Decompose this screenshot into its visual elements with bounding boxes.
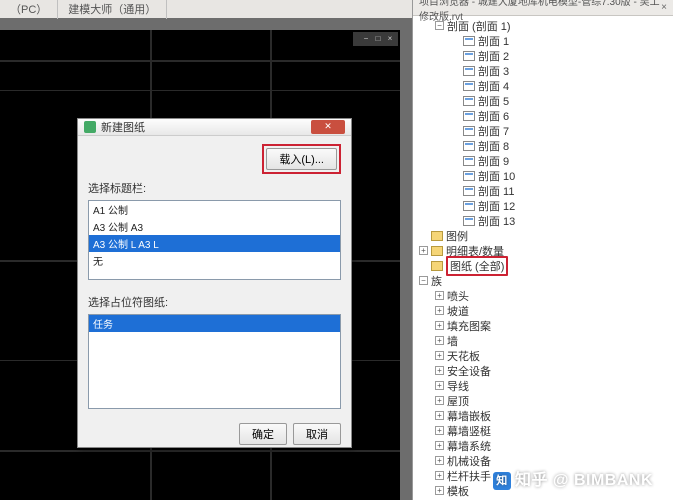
collapse-icon[interactable]: − — [435, 21, 444, 30]
list-item[interactable]: A1 公制 — [89, 201, 340, 218]
tree-node-family[interactable]: +安全设备 — [419, 363, 673, 378]
sheet-icon — [463, 156, 475, 166]
expand-icon[interactable]: + — [435, 426, 444, 435]
sheet-icon — [463, 126, 475, 136]
tree-node-family[interactable]: +墙 — [419, 333, 673, 348]
expand-icon[interactable]: + — [435, 321, 444, 330]
tree-node-section[interactable]: 剖面 6 — [419, 108, 673, 123]
tree-node-section[interactable]: 剖面 2 — [419, 48, 673, 63]
tree-node-section[interactable]: 剖面 3 — [419, 63, 673, 78]
dialog-title-text: 新建图纸 — [101, 119, 145, 135]
cancel-button[interactable]: 取消 — [293, 423, 341, 445]
tree-node-family[interactable]: +喷头 — [419, 288, 673, 303]
tree-node-section[interactable]: 剖面 1 — [419, 33, 673, 48]
titleblock-label: 选择标题栏: — [88, 180, 341, 196]
project-browser-panel: 项目浏览器 - 城建大厦地库机电模型-管综7.30版 - 吴工修改版.rvt ×… — [412, 0, 673, 500]
tree-node-family[interactable]: +屋顶 — [419, 393, 673, 408]
tree-node-section[interactable]: 剖面 9 — [419, 153, 673, 168]
sheet-icon — [463, 141, 475, 151]
folder-icon — [431, 231, 443, 241]
tree-node-section[interactable]: 剖面 5 — [419, 93, 673, 108]
view-window-controls: − □ × — [353, 32, 398, 46]
load-button[interactable]: 载入(L)... — [266, 148, 337, 170]
list-item-selected[interactable]: 任务 — [89, 315, 340, 332]
tree-node-section[interactable]: 剖面 4 — [419, 78, 673, 93]
sheet-icon — [463, 186, 475, 196]
zhihu-icon: 知 — [493, 472, 511, 490]
list-item-selected[interactable]: A3 公制 L A3 L — [89, 235, 340, 252]
tree-node-sheets[interactable]: 图纸 (全部) — [419, 258, 673, 273]
list-item[interactable]: A3 公制 A3 — [89, 218, 340, 235]
ribbon-tab-master[interactable]: 建模大师（通用） — [58, 0, 167, 19]
sheets-highlight: 图纸 (全部) — [446, 256, 508, 276]
tree-node-section[interactable]: 剖面 7 — [419, 123, 673, 138]
tree-node-section[interactable]: 剖面 12 — [419, 198, 673, 213]
expand-icon[interactable]: + — [435, 396, 444, 405]
expand-icon[interactable]: + — [435, 411, 444, 420]
panel-titlebar[interactable]: 项目浏览器 - 城建大厦地库机电模型-管综7.30版 - 吴工修改版.rvt × — [413, 0, 673, 16]
view-close-icon[interactable]: × — [385, 35, 395, 43]
expand-icon[interactable]: + — [435, 291, 444, 300]
folder-icon — [431, 261, 443, 271]
ribbon-tab-pc[interactable]: （PC） — [0, 0, 58, 19]
placeholder-label: 选择占位符图纸: — [88, 294, 341, 310]
sheet-icon — [463, 111, 475, 121]
dialog-app-icon — [84, 121, 96, 133]
list-item[interactable]: 无 — [89, 252, 340, 269]
tree-node-section[interactable]: 剖面 8 — [419, 138, 673, 153]
titleblock-listbox[interactable]: A1 公制 A3 公制 A3 A3 公制 L A3 L 无 — [88, 200, 341, 280]
watermark: 知知乎 @ BIMBANK — [493, 466, 653, 490]
tree-node-legend[interactable]: 图例 — [419, 228, 673, 243]
sheet-icon — [463, 96, 475, 106]
tree-node-family[interactable]: +坡道 — [419, 303, 673, 318]
tree-node-family[interactable]: +幕墙嵌板 — [419, 408, 673, 423]
tree-node-family[interactable]: +导线 — [419, 378, 673, 393]
project-tree[interactable]: −剖面 (剖面 1) 剖面 1剖面 2剖面 3剖面 4剖面 5剖面 6剖面 7剖… — [413, 16, 673, 500]
placeholder-listbox[interactable]: 任务 — [88, 314, 341, 409]
expand-icon[interactable]: + — [435, 366, 444, 375]
load-button-highlight: 载入(L)... — [262, 144, 341, 174]
expand-icon[interactable]: + — [435, 306, 444, 315]
sheet-icon — [463, 216, 475, 226]
expand-icon[interactable]: + — [435, 351, 444, 360]
sheet-icon — [463, 201, 475, 211]
view-minimize-icon[interactable]: − — [361, 35, 371, 43]
new-sheet-dialog: 新建图纸 ✕ 载入(L)... 选择标题栏: A1 公制 A3 公制 A3 A3… — [77, 118, 352, 448]
ok-button[interactable]: 确定 — [239, 423, 287, 445]
sheet-icon — [463, 66, 475, 76]
expand-icon[interactable]: + — [435, 486, 444, 495]
tree-node-family[interactable]: +填充图案 — [419, 318, 673, 333]
tree-node-family[interactable]: +天花板 — [419, 348, 673, 363]
expand-icon[interactable]: + — [435, 441, 444, 450]
sheet-icon — [463, 81, 475, 91]
view-maximize-icon[interactable]: □ — [373, 35, 383, 43]
folder-icon — [431, 246, 443, 256]
tree-node-family[interactable]: +幕墙竖梃 — [419, 423, 673, 438]
tree-node-section-parent[interactable]: −剖面 (剖面 1) — [419, 18, 673, 33]
tree-node-family[interactable]: +幕墙系统 — [419, 438, 673, 453]
sheet-icon — [463, 51, 475, 61]
panel-close-icon[interactable]: × — [661, 2, 667, 13]
expand-icon[interactable]: + — [419, 246, 428, 255]
expand-icon[interactable]: + — [435, 381, 444, 390]
sheet-icon — [463, 36, 475, 46]
tree-node-section[interactable]: 剖面 13 — [419, 213, 673, 228]
collapse-icon[interactable]: − — [419, 276, 428, 285]
tree-node-section[interactable]: 剖面 11 — [419, 183, 673, 198]
expand-icon[interactable]: + — [435, 471, 444, 480]
tree-node-section[interactable]: 剖面 10 — [419, 168, 673, 183]
expand-icon[interactable]: + — [435, 456, 444, 465]
sheet-icon — [463, 171, 475, 181]
dialog-titlebar[interactable]: 新建图纸 ✕ — [78, 119, 351, 136]
expand-icon[interactable]: + — [435, 336, 444, 345]
dialog-close-button[interactable]: ✕ — [311, 120, 345, 134]
